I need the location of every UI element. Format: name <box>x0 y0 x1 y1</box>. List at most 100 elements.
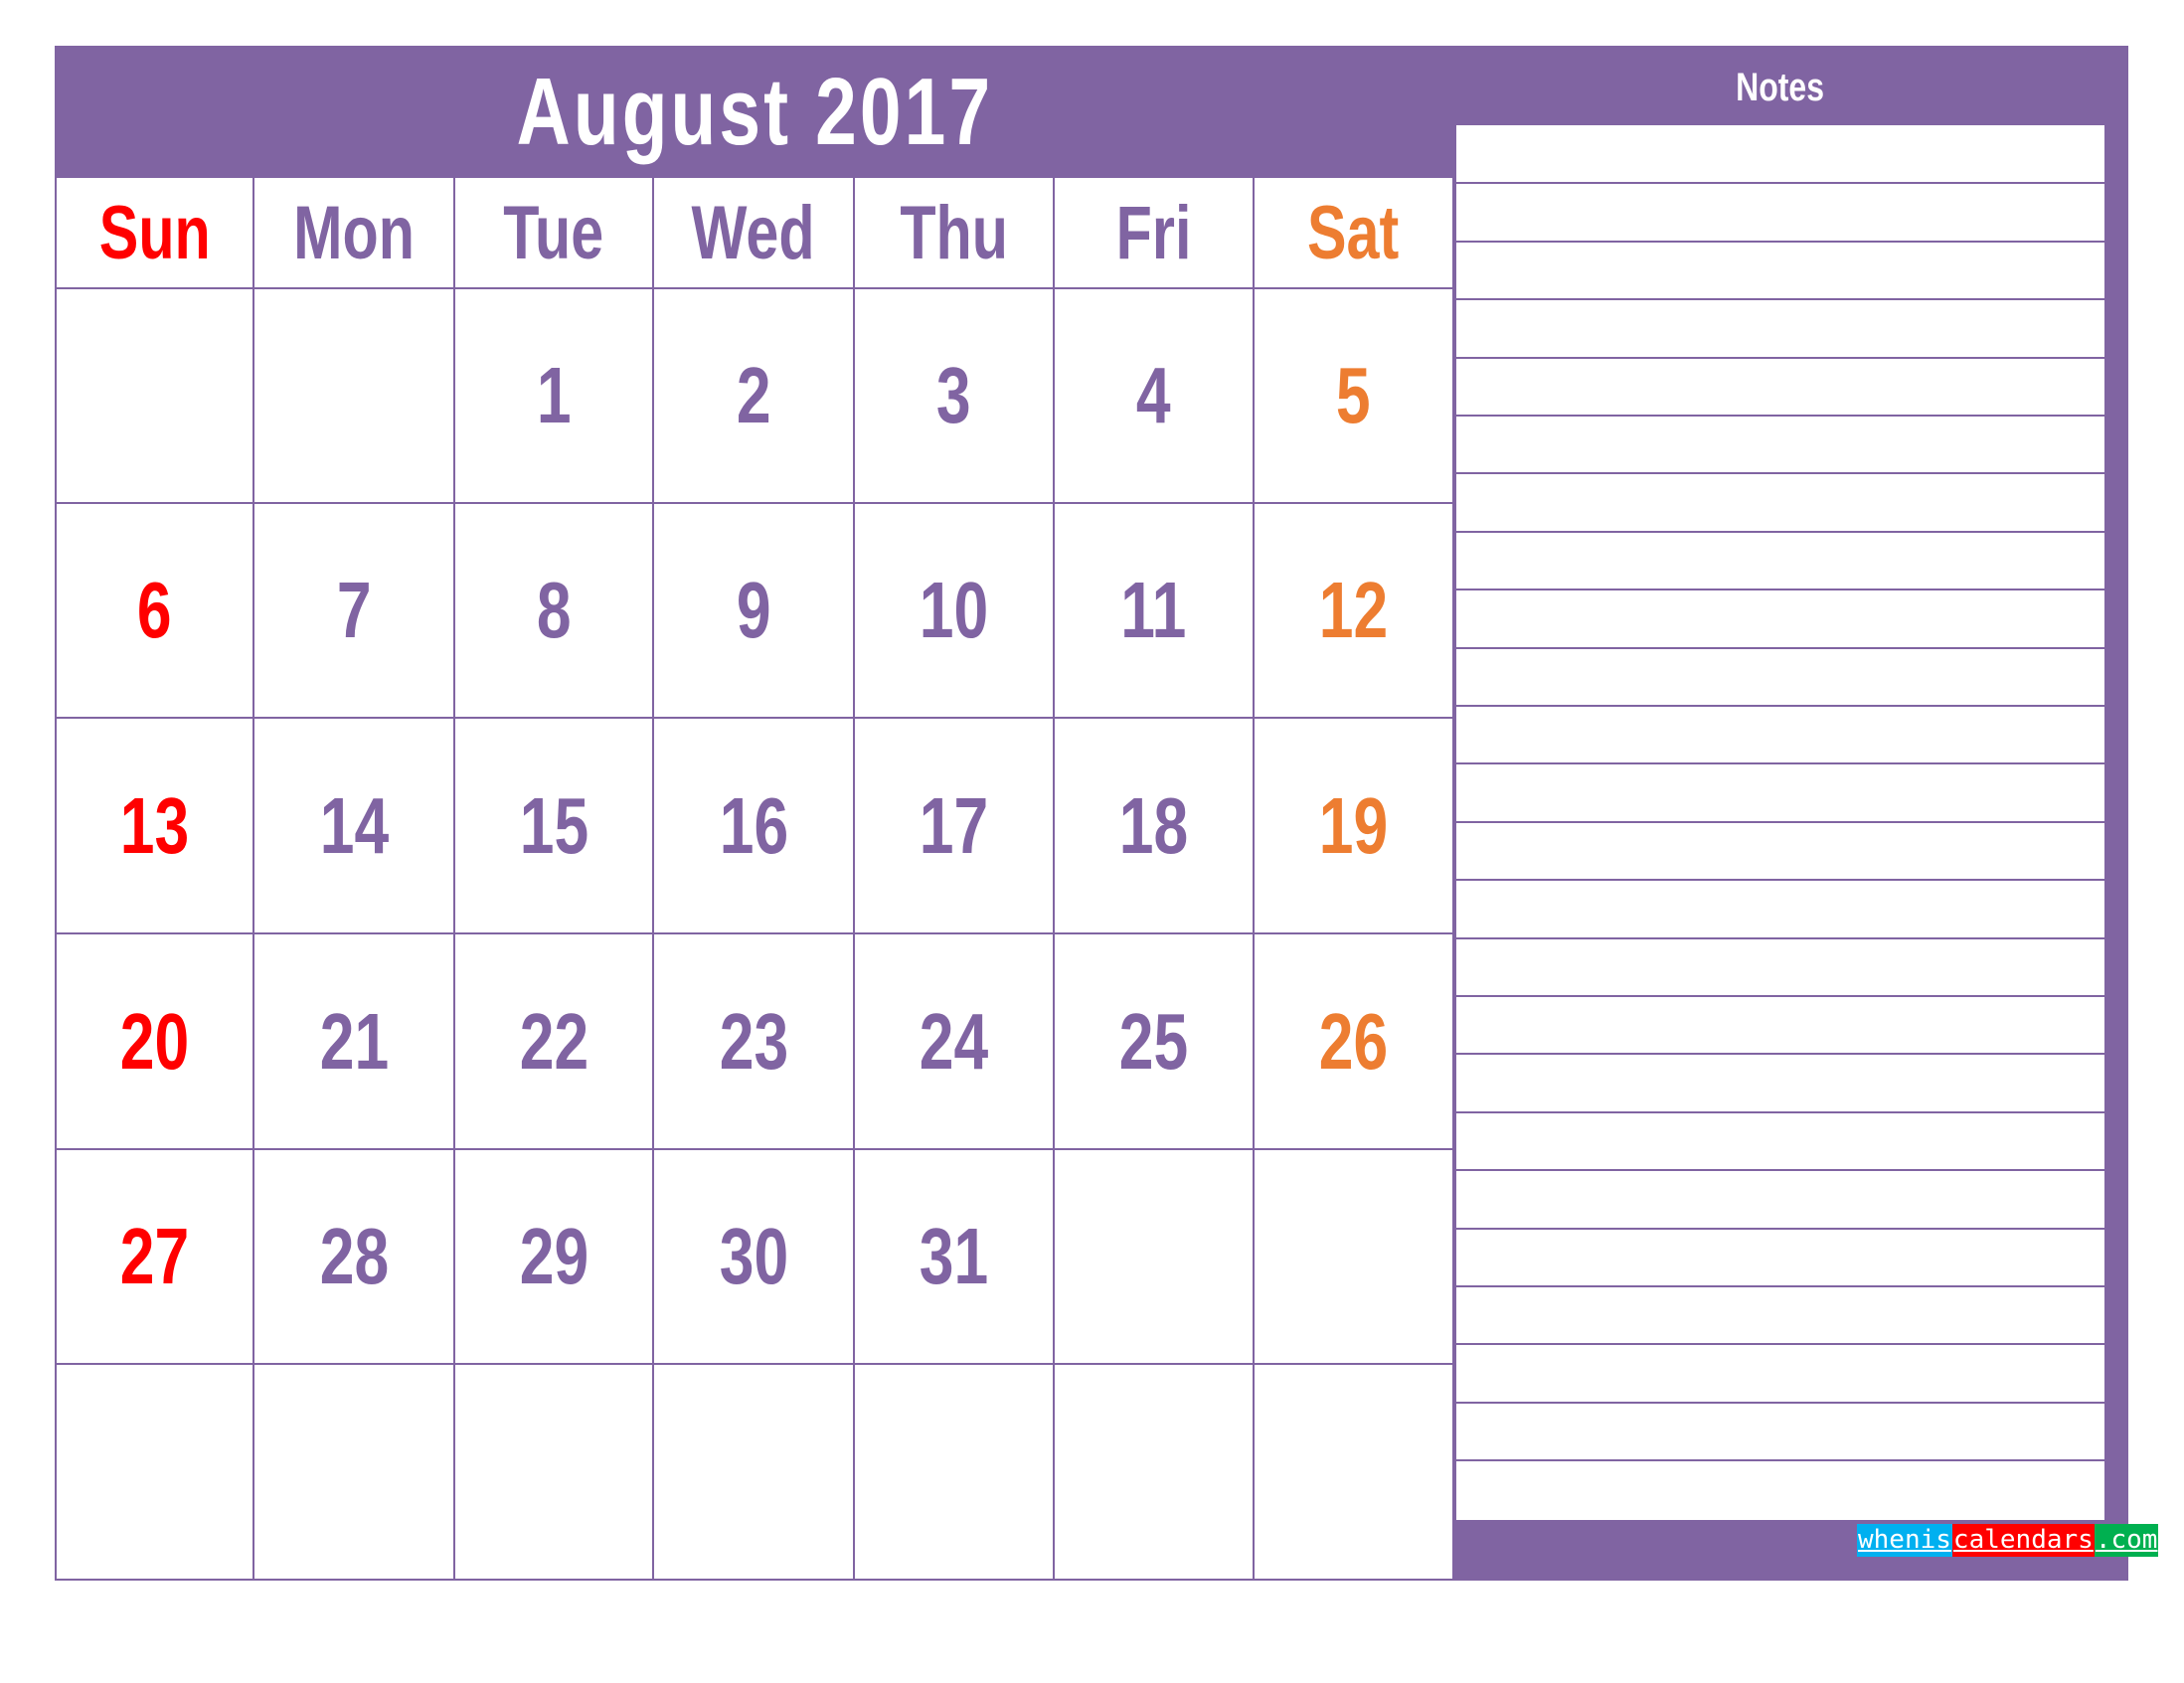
day-cell-label: 8 <box>536 566 572 654</box>
note-line <box>1456 298 2104 301</box>
day-cell-label: 10 <box>919 566 989 654</box>
day-cell-label: 21 <box>319 996 389 1086</box>
logo-part: .com <box>2094 1524 2159 1557</box>
day-cell: 10 <box>855 504 1055 719</box>
day-cell: 29 <box>455 1150 654 1365</box>
day-cell-label: 25 <box>1118 996 1189 1086</box>
weekday-header: Sat <box>1255 178 1454 289</box>
day-cell: 20 <box>55 934 254 1150</box>
day-cell: 28 <box>254 1150 455 1365</box>
note-line <box>1456 182 2104 185</box>
day-cell: 18 <box>1055 719 1255 934</box>
note-line <box>1456 1169 2104 1172</box>
day-cell-label: 14 <box>319 780 389 870</box>
calendar-grid: Sun Mon Tue Wed Thu Fri Sat 1 2 3 4 5 6 7 8 9 10 11 12 13 14… <box>55 178 1454 1581</box>
day-cell-label: 28 <box>319 1212 389 1300</box>
weekday-header-label: Sun <box>98 190 211 275</box>
day-cell <box>55 289 254 504</box>
day-cell-label: 16 <box>719 780 788 870</box>
day-cell: 30 <box>654 1150 855 1365</box>
weekday-header: Wed <box>654 178 855 289</box>
day-cell: 26 <box>1255 934 1454 1150</box>
day-cell: 16 <box>654 719 855 934</box>
note-line <box>1456 356 2104 359</box>
day-cell: 22 <box>455 934 654 1150</box>
day-cell-label: 11 <box>1120 566 1187 654</box>
note-line <box>1456 415 2104 417</box>
day-cell-label: 6 <box>137 566 172 654</box>
day-cell-label: 29 <box>519 1212 588 1300</box>
day-cell <box>1055 1150 1255 1365</box>
day-cell-label: 9 <box>736 566 771 654</box>
site-logo[interactable]: whenis calendars .com <box>1857 1524 2159 1557</box>
note-line <box>1456 1343 2104 1346</box>
note-line <box>1456 589 2104 591</box>
day-cell-label: 26 <box>1318 996 1389 1086</box>
day-cell: 14 <box>254 719 455 934</box>
day-cell-label: 17 <box>919 780 989 870</box>
note-line <box>1456 705 2104 707</box>
day-cell-label: 22 <box>519 996 588 1086</box>
weekday-header: Tue <box>455 178 654 289</box>
day-cell-label: 18 <box>1118 780 1189 870</box>
day-cell: 9 <box>654 504 855 719</box>
day-cell: 5 <box>1255 289 1454 504</box>
note-line <box>1456 1110 2104 1113</box>
note-line <box>1456 820 2104 823</box>
day-cell: 19 <box>1255 719 1454 934</box>
note-line <box>1456 1459 2104 1462</box>
day-cell: 12 <box>1255 504 1454 719</box>
day-cell <box>254 289 455 504</box>
note-line <box>1456 1227 2104 1230</box>
day-cell-label: 24 <box>919 996 989 1086</box>
day-cell-label: 13 <box>119 780 190 870</box>
day-cell-label: 5 <box>1336 351 1371 439</box>
weekday-header-label: Sat <box>1307 190 1400 275</box>
logo-part: whenis <box>1857 1524 1952 1557</box>
day-cell: 27 <box>55 1150 254 1365</box>
logo-part: calendars <box>1951 1524 2095 1557</box>
notes-area <box>1456 125 2104 1520</box>
day-cell-label: 2 <box>736 351 771 439</box>
day-cell: 2 <box>654 289 855 504</box>
day-cell-label: 15 <box>519 780 588 870</box>
note-line <box>1456 1053 2104 1056</box>
day-cell <box>455 1365 654 1581</box>
day-cell: 8 <box>455 504 654 719</box>
day-cell-label: 7 <box>336 566 372 654</box>
day-cell-label: 12 <box>1318 566 1389 654</box>
note-line <box>1456 240 2104 243</box>
day-cell: 25 <box>1055 934 1255 1150</box>
weekday-header-label: Mon <box>293 190 415 275</box>
day-cell: 3 <box>855 289 1055 504</box>
day-cell: 15 <box>455 719 654 934</box>
day-cell: 31 <box>855 1150 1055 1365</box>
day-cell <box>654 1365 855 1581</box>
day-cell-label: 1 <box>536 351 572 439</box>
note-line <box>1456 1285 2104 1287</box>
day-cell: 21 <box>254 934 455 1150</box>
note-line <box>1456 472 2104 475</box>
note-line <box>1456 995 2104 997</box>
day-cell <box>254 1365 455 1581</box>
weekday-header: Mon <box>254 178 455 289</box>
month-title: August 2017 <box>516 58 993 165</box>
weekday-header: Sun <box>55 178 254 289</box>
day-cell <box>1055 1365 1255 1581</box>
day-cell: 17 <box>855 719 1055 934</box>
day-cell-label: 20 <box>119 996 190 1086</box>
note-line <box>1456 936 2104 939</box>
day-cell-label: 4 <box>1136 351 1171 439</box>
day-cell: 7 <box>254 504 455 719</box>
weekday-header: Thu <box>855 178 1055 289</box>
day-cell: 4 <box>1055 289 1255 504</box>
day-cell-label: 3 <box>936 351 971 439</box>
weekday-header-label: Wed <box>691 190 816 275</box>
day-cell-label: 30 <box>719 1212 788 1300</box>
day-cell <box>1255 1150 1454 1365</box>
day-cell: 24 <box>855 934 1055 1150</box>
weekday-header-label: Fri <box>1115 190 1192 275</box>
day-cell <box>855 1365 1055 1581</box>
day-cell <box>55 1365 254 1581</box>
note-line <box>1456 879 2104 882</box>
